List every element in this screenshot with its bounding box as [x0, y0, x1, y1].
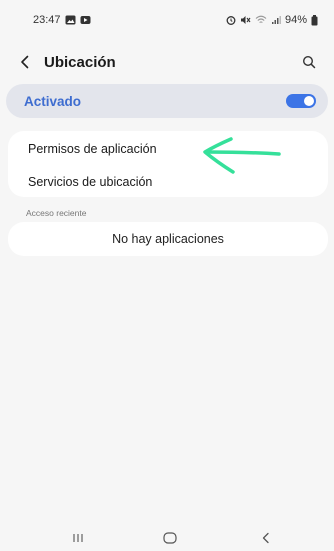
- recents-button[interactable]: [66, 528, 90, 548]
- status-left: 23:47: [33, 14, 91, 26]
- video-notification-icon: [80, 15, 91, 25]
- gallery-notification-icon: [65, 15, 76, 25]
- recents-icon: [73, 534, 83, 542]
- search-button[interactable]: [298, 51, 320, 73]
- back-icon: [262, 532, 269, 544]
- wifi-icon: [255, 15, 267, 25]
- list-item-location-services[interactable]: Servicios de ubicación: [28, 175, 152, 189]
- battery-percent: 94%: [284, 14, 307, 26]
- header: Ubicación: [0, 48, 334, 76]
- status-right: 94%: [226, 14, 318, 26]
- battery-icon: [311, 14, 318, 26]
- green-arrow-icon: [203, 137, 281, 174]
- toggle-switch[interactable]: [286, 94, 316, 108]
- location-master-switch[interactable]: Activado: [6, 84, 328, 118]
- status-time: 23:47: [33, 14, 61, 26]
- back-button[interactable]: [14, 51, 36, 73]
- list-item-app-permissions[interactable]: Permisos de aplicación: [28, 142, 157, 156]
- navigation-bar: [0, 528, 334, 551]
- alarm-icon: [226, 15, 236, 25]
- mute-icon: [240, 15, 251, 25]
- status-bar: 23:47 94%: [0, 0, 334, 40]
- page-title: Ubicación: [44, 53, 116, 71]
- signal-icon: [271, 15, 281, 25]
- recent-empty-text: No hay aplicaciones: [112, 232, 224, 246]
- master-switch-label: Activado: [24, 93, 82, 109]
- search-icon: [302, 55, 316, 69]
- toggle-knob: [304, 96, 314, 106]
- recent-access-card: No hay aplicaciones: [8, 222, 328, 256]
- nav-back-button[interactable]: [254, 528, 278, 548]
- home-button[interactable]: [158, 528, 182, 548]
- home-icon: [163, 532, 177, 544]
- section-header-recent-access: Acceso reciente: [26, 208, 87, 218]
- screen: 23:47 94% Ubicación Activado Permisos de…: [0, 0, 334, 551]
- chevron-left-icon: [21, 55, 29, 69]
